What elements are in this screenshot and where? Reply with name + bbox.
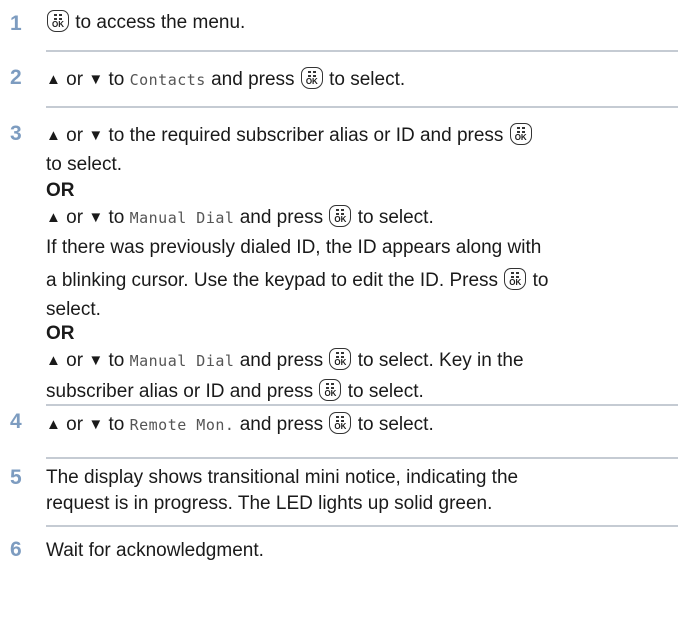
step-divider [46,457,678,459]
menu-ok-key-icon: OK [329,412,352,434]
menu-ok-key-icon: OK [319,379,342,401]
step-number: 1 [10,12,22,35]
step-divider [46,525,678,527]
up-arrow-key-icon: ▲ [46,127,61,144]
menu-ok-key-icon: OK [329,205,352,227]
step-text-line: ▲ or ▼ to Manual Dial and press OK to se… [46,348,524,371]
step-text-line: OR [46,323,75,345]
step-text-line: subscriber alias or ID and press OK to s… [46,379,424,402]
step-text-line: Wait for acknowledgment. [46,540,264,561]
or-label: OR [46,180,75,201]
step-text-line: select. [46,299,101,320]
up-arrow-key-icon: ▲ [46,71,61,88]
up-arrow-key-icon: ▲ [46,209,61,226]
step-text-line: a blinking cursor. Use the keypad to edi… [46,268,549,291]
menu-ok-key-icon: OK [329,348,352,370]
step-divider [46,106,678,108]
step-text-line: ▲ or ▼ to Manual Dial and press OK to se… [46,205,434,228]
step-divider [46,50,678,52]
step-text-line: request is in progress. The LED lights u… [46,493,493,514]
menu-ok-key-icon: OK [47,10,69,32]
step-number: 6 [10,538,22,561]
up-arrow-key-icon: ▲ [46,352,61,369]
step-text-line: ▲ or ▼ to the required subscriber alias … [46,123,533,147]
down-arrow-key-icon: ▼ [88,71,104,88]
down-arrow-key-icon: ▼ [88,127,104,144]
menu-option-label: Manual Dial [129,352,235,370]
step-text-line: to select. [46,154,123,175]
step-text-line: ▲ or ▼ to Remote Mon. and press OK to se… [46,412,434,435]
step-number: 4 [10,410,22,433]
menu-ok-key-icon: OK [300,67,323,89]
menu-ok-key-icon: OK [509,123,532,145]
menu-option-label: Contacts [129,71,206,89]
or-label: OR [46,323,75,344]
step-number: 3 [10,122,22,145]
up-arrow-key-icon: ▲ [46,416,61,433]
down-arrow-key-icon: ▼ [88,209,104,226]
step-text-line: The display shows transitional mini noti… [46,467,519,488]
menu-option-label: Manual Dial [129,209,235,227]
menu-option-label: Remote Mon. [129,416,235,434]
menu-ok-key-icon: OK [504,268,527,290]
instruction-page: 1 OK to access the menu. 2 ▲ or ▼ to Contac… [0,0,678,634]
step-number: 5 [10,466,22,489]
step-text-line: OK to access the menu. [46,10,245,34]
step-text-line: ▲ or ▼ to Contacts and press OK to selec… [46,67,406,90]
step-divider [46,404,678,406]
down-arrow-key-icon: ▼ [88,416,104,433]
step-number: 2 [10,66,22,89]
step-text-line: OR [46,180,75,202]
step-text-line: If there was previously dialed ID, the I… [46,237,542,258]
down-arrow-key-icon: ▼ [88,352,104,369]
